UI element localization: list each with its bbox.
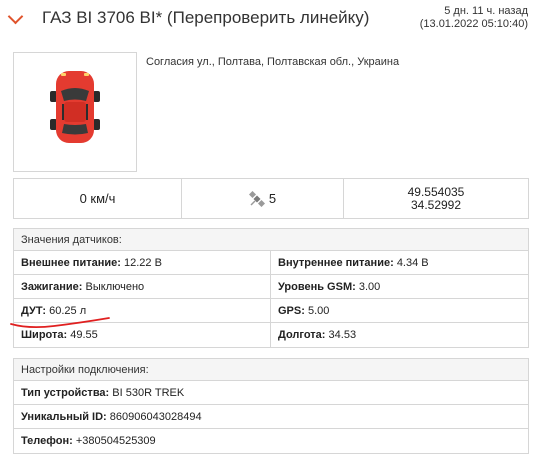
satellite-icon: [248, 190, 265, 207]
sensor-label: Широта:: [21, 329, 68, 341]
sensor-value: 12.22 В: [123, 257, 162, 269]
sensor-internal-power: Внутреннее питание: 4.34 В: [271, 251, 528, 274]
connection-title: Настройки подключения:: [14, 359, 528, 381]
satellites-count: 5: [268, 191, 277, 206]
sensor-external-power: Внешнее питание: 12.22 В: [14, 251, 271, 274]
stats-bar: 0 км/ч 5 49.554035 34.52992: [13, 178, 529, 219]
sensors-title: Значения датчиков:: [14, 229, 528, 251]
phone: Телефон: +380504525309: [14, 429, 528, 453]
satellites-cell: 5: [182, 179, 344, 218]
sensor-label: Уровень GSM:: [278, 281, 356, 293]
device-type: Тип устройства: BI 530R TREK: [14, 381, 528, 404]
car-top-view-icon: [50, 71, 100, 143]
connection-label: Телефон:: [21, 435, 73, 447]
connection-section: Настройки подключения: Тип устройства: B…: [13, 358, 529, 454]
sensor-value: 4.34 В: [396, 257, 429, 269]
unique-id: Уникальный ID: 860906043028494: [14, 405, 528, 428]
table-row: Внешнее питание: 12.22 В Внутреннее пита…: [14, 251, 528, 275]
sensor-label: Внешнее питание:: [21, 257, 121, 269]
table-row: Зажигание: Выключено Уровень GSM: 3.00: [14, 275, 528, 299]
sensor-value: 49.55: [70, 329, 98, 341]
last-update: 5 дн. 11 ч. назад (13.01.2022 05:10:40): [420, 5, 528, 31]
chevron-right-icon[interactable]: [7, 8, 24, 25]
speed-cell: 0 км/ч: [14, 179, 182, 218]
sensor-value: 34.53: [328, 329, 357, 341]
time-ago: 5 дн. 11 ч. назад: [444, 5, 528, 17]
sensor-value: 3.00: [358, 281, 381, 293]
connection-value: BI 530R TREK: [112, 387, 185, 399]
connection-value: +380504525309: [75, 435, 156, 447]
sensor-label: Внутреннее питание:: [278, 257, 394, 269]
vehicle-image-box: [13, 52, 137, 172]
connection-value: 860906043028494: [109, 411, 202, 423]
vehicle-title: ГАЗ ВІ 3706 ВІ* (Перепроверить линейку): [42, 8, 370, 27]
connection-label: Уникальный ID:: [21, 411, 107, 423]
sensor-gsm-level: Уровень GSM: 3.00: [271, 275, 528, 298]
sensor-gps: GPS: 5.00: [271, 299, 528, 322]
latitude-value: 49.554035: [407, 184, 465, 199]
sensors-section: Значения датчиков: Внешнее питание: 12.2…: [13, 228, 529, 348]
sensor-label: Долгота:: [278, 329, 326, 341]
sensor-label: Зажигание:: [21, 281, 83, 293]
table-row: Телефон: +380504525309: [14, 429, 528, 453]
red-underline-annotation: [10, 317, 110, 329]
sensor-longitude: Долгота: 34.53: [271, 323, 528, 347]
sensor-label: GPS:: [278, 305, 305, 317]
sensor-value: Выключено: [85, 281, 145, 293]
sensor-value: 5.00: [307, 305, 330, 317]
sensor-ignition: Зажигание: Выключено: [14, 275, 271, 298]
table-row: Тип устройства: BI 530R TREK: [14, 381, 528, 405]
header: ГАЗ ВІ 3706 ВІ* (Перепроверить линейку) …: [0, 0, 537, 36]
address: Согласия ул., Полтава, Полтавская обл., …: [146, 56, 400, 68]
speed-value: 0 км/ч: [79, 191, 116, 206]
connection-label: Тип устройства:: [21, 387, 110, 399]
timestamp: (13.01.2022 05:10:40): [419, 18, 528, 30]
table-row: Уникальный ID: 860906043028494: [14, 405, 528, 429]
coordinates-cell: 49.554035 34.52992: [344, 179, 528, 218]
longitude-value: 34.52992: [410, 197, 462, 212]
